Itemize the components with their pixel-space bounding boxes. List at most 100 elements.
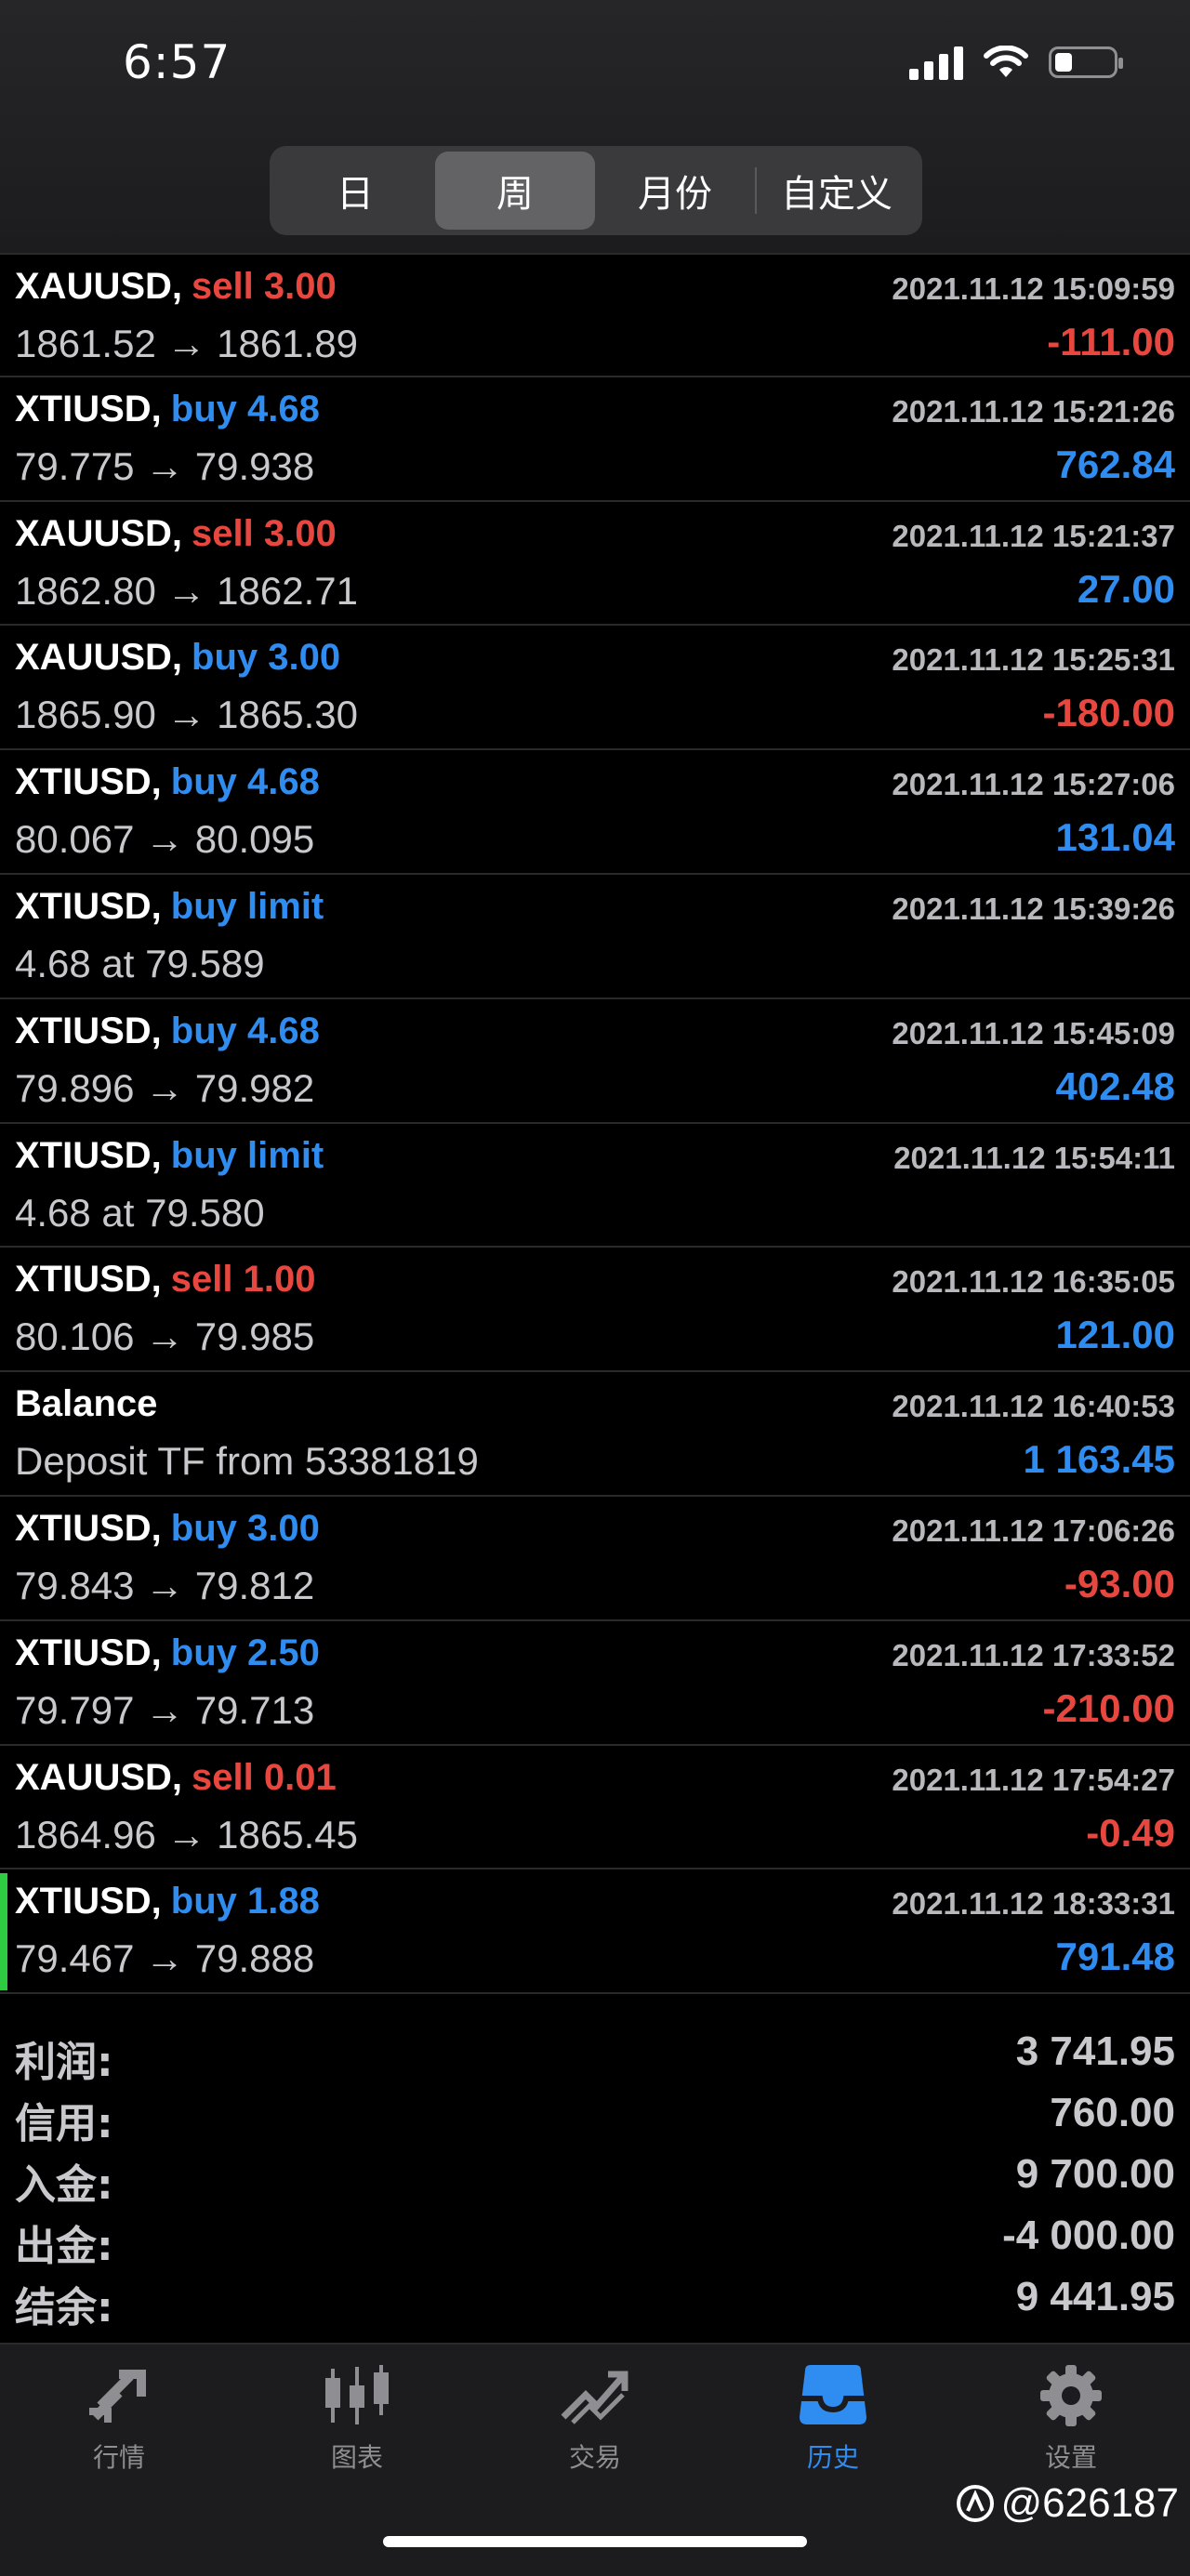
deal-row[interactable]: XTIUSD, buy 3.00 2021.11.12 17:06:26 79.843… (0, 1497, 1190, 1621)
summary-balance: 结余: 9 441.95 (15, 2274, 1175, 2335)
weibo-logo-icon (956, 2485, 994, 2522)
home-indicator[interactable] (383, 2536, 807, 2547)
deal-profit: 27.00 (1077, 566, 1175, 611)
summary-value: 9 441.95 (1015, 2274, 1175, 2319)
deal-datetime: 2021.11.12 17:54:27 (892, 1762, 1175, 1797)
deal-row[interactable]: XAUUSD, sell 3.00 2021.11.12 15:21:37 1862.… (0, 502, 1190, 627)
deal-profit: -93.00 (1064, 1561, 1175, 1605)
deal-row[interactable]: XTIUSD, buy limit 2021.11.12 15:54:11 4.68 … (0, 1124, 1190, 1248)
summary-value: 3 741.95 (1015, 2028, 1175, 2074)
deal-title: XAUUSD, sell 3.00 (15, 266, 337, 308)
deal-profit: -180.00 (1042, 691, 1175, 735)
deal-title: XTIUSD, buy 4.68 (15, 761, 320, 803)
tab-label: 历史 (806, 2442, 859, 2473)
deal-prices: 1865.90 → 1865.30 (15, 693, 358, 737)
period-segmented-control: 日 周 月份 自定义 (270, 146, 922, 235)
deal-prices: 79.843 → 79.812 (15, 1563, 315, 1607)
battery-icon (1049, 46, 1123, 78)
deal-row[interactable]: XTIUSD, sell 1.00 2021.11.12 16:35:05 80.10… (0, 1248, 1190, 1373)
deal-side: buy limit (170, 1134, 324, 1176)
summary-label: 出金: (15, 2223, 113, 2270)
deal-title: XTIUSD, buy 4.68 (15, 1011, 320, 1052)
deal-profit: 1 163.45 (1023, 1437, 1176, 1482)
tab-label: 图表 (330, 2442, 383, 2473)
summary-profit: 利润: 3 741.95 (15, 2028, 1175, 2090)
deal-row[interactable]: XAUUSD, buy 3.00 2021.11.12 15:25:31 1865.9… (0, 626, 1190, 751)
segment-month[interactable]: 月份 (595, 152, 755, 230)
deal-datetime: 2021.11.12 16:35:05 (892, 1264, 1175, 1300)
deal-row[interactable]: XAUUSD, sell 3.00 2021.11.12 15:09:59 1861.… (0, 253, 1190, 377)
tab-label: 设置 (1044, 2442, 1097, 2473)
deal-row[interactable]: XTIUSD, buy 4.68 2021.11.12 15:21:26 79.775… (0, 377, 1190, 502)
deal-side: buy 3.00 (170, 1507, 320, 1549)
deal-prices: Deposit TF from 53381819 (15, 1439, 479, 1484)
deal-profit: 791.48 (1055, 1935, 1175, 1979)
history-list: XAUUSD, sell 3.00 2021.11.12 15:09:59 1861.… (0, 253, 1190, 1995)
deal-datetime: 2021.11.12 15:27:06 (892, 767, 1175, 802)
deal-row[interactable]: XAUUSD, sell 0.01 2021.11.12 17:54:27 1864.… (0, 1746, 1190, 1870)
deal-row[interactable]: XTIUSD, buy 1.88 2021.11.12 18:33:31 79.467… (0, 1869, 1190, 1995)
deal-datetime: 2021.11.12 15:39:26 (892, 891, 1175, 926)
deal-profit: -210.00 (1042, 1685, 1175, 1730)
deal-symbol: XTIUSD, (15, 761, 162, 803)
history-tray-icon (800, 2365, 866, 2424)
deal-prices: 1862.80 → 1862.71 (15, 568, 358, 613)
deal-side: sell 1.00 (170, 1259, 316, 1301)
summary-value: 760.00 (1050, 2090, 1175, 2135)
segment-week[interactable]: 周 (435, 152, 595, 230)
deal-title: Balance (15, 1383, 166, 1425)
deal-profit: 762.84 (1055, 442, 1175, 486)
deal-profit: 131.04 (1055, 815, 1175, 860)
deal-profit: -111.00 (1047, 320, 1175, 363)
gear-icon (1040, 2365, 1102, 2426)
deal-row[interactable]: XTIUSD, buy 4.68 2021.11.12 15:45:09 79.896… (0, 999, 1190, 1124)
summary-value: -4 000.00 (1002, 2213, 1175, 2258)
deal-prices: 79.775 → 79.938 (15, 443, 315, 488)
deal-symbol: XTIUSD, (15, 885, 162, 927)
deal-row[interactable]: XTIUSD, buy 2.50 2021.11.12 17:33:52 79.797… (0, 1621, 1190, 1746)
deal-side: sell 3.00 (192, 512, 337, 554)
deal-prices: 1864.96 → 1865.45 (15, 1812, 358, 1856)
deal-title: XTIUSD, buy 4.68 (15, 389, 320, 430)
deal-profit: 121.00 (1055, 1313, 1175, 1357)
deal-symbol: XAUUSD, (15, 266, 183, 307)
deal-symbol: XTIUSD, (15, 1259, 162, 1301)
summary-label: 入金: (15, 2161, 113, 2209)
deal-datetime: 2021.11.12 17:06:26 (892, 1513, 1175, 1548)
summary-label: 信用: (15, 2100, 113, 2147)
tab-trade[interactable]: 交易 (521, 2363, 669, 2503)
deal-row[interactable]: Balance 2021.11.12 16:40:53 Deposit TF fro… (0, 1372, 1190, 1497)
deal-datetime: 2021.11.12 15:25:31 (892, 642, 1175, 678)
deal-side: sell 3.00 (192, 266, 337, 307)
cellular-signal-icon (909, 45, 963, 80)
deal-symbol: XTIUSD, (15, 1134, 162, 1176)
candlestick-chart-icon (325, 2365, 389, 2424)
deal-title: XAUUSD, sell 3.00 (15, 513, 337, 555)
segment-custom[interactable]: 自定义 (757, 152, 917, 230)
trade-trend-icon (561, 2371, 628, 2424)
deal-title: XTIUSD, buy 2.50 (15, 1632, 320, 1674)
deal-symbol: XAUUSD, (15, 1756, 183, 1798)
deal-datetime: 2021.11.12 18:33:31 (892, 1886, 1175, 1922)
deal-datetime: 2021.11.12 15:21:26 (892, 393, 1175, 429)
deal-title: XAUUSD, sell 0.01 (15, 1757, 337, 1799)
deal-prices: 80.067 → 80.095 (15, 817, 315, 862)
status-time: 6:57 (123, 35, 231, 89)
deal-row[interactable]: XTIUSD, buy limit 2021.11.12 15:39:26 4.68 … (0, 875, 1190, 999)
summary-value: 9 700.00 (1015, 2151, 1175, 2197)
tab-label: 行情 (92, 2442, 145, 2473)
status-icons (909, 45, 1123, 80)
segment-day[interactable]: 日 (275, 152, 435, 230)
top-header: 6:57 日 周 月份 自定义 (0, 0, 1190, 253)
deal-symbol: XTIUSD, (15, 1631, 162, 1673)
summary-withdrawal: 出金: -4 000.00 (15, 2213, 1175, 2274)
tab-history[interactable]: 历史 (759, 2363, 907, 2503)
tab-label: 交易 (568, 2442, 621, 2473)
deal-symbol: XTIUSD, (15, 1507, 162, 1549)
deal-prices: 1861.52 → 1861.89 (15, 322, 358, 365)
deal-prices: 79.467 → 79.888 (15, 1936, 315, 1981)
tab-charts[interactable]: 图表 (283, 2363, 431, 2503)
tab-quotes[interactable]: 行情 (45, 2363, 193, 2503)
deal-row[interactable]: XTIUSD, buy 4.68 2021.11.12 15:27:06 80.067… (0, 750, 1190, 875)
deal-title: XTIUSD, buy 3.00 (15, 1508, 320, 1550)
